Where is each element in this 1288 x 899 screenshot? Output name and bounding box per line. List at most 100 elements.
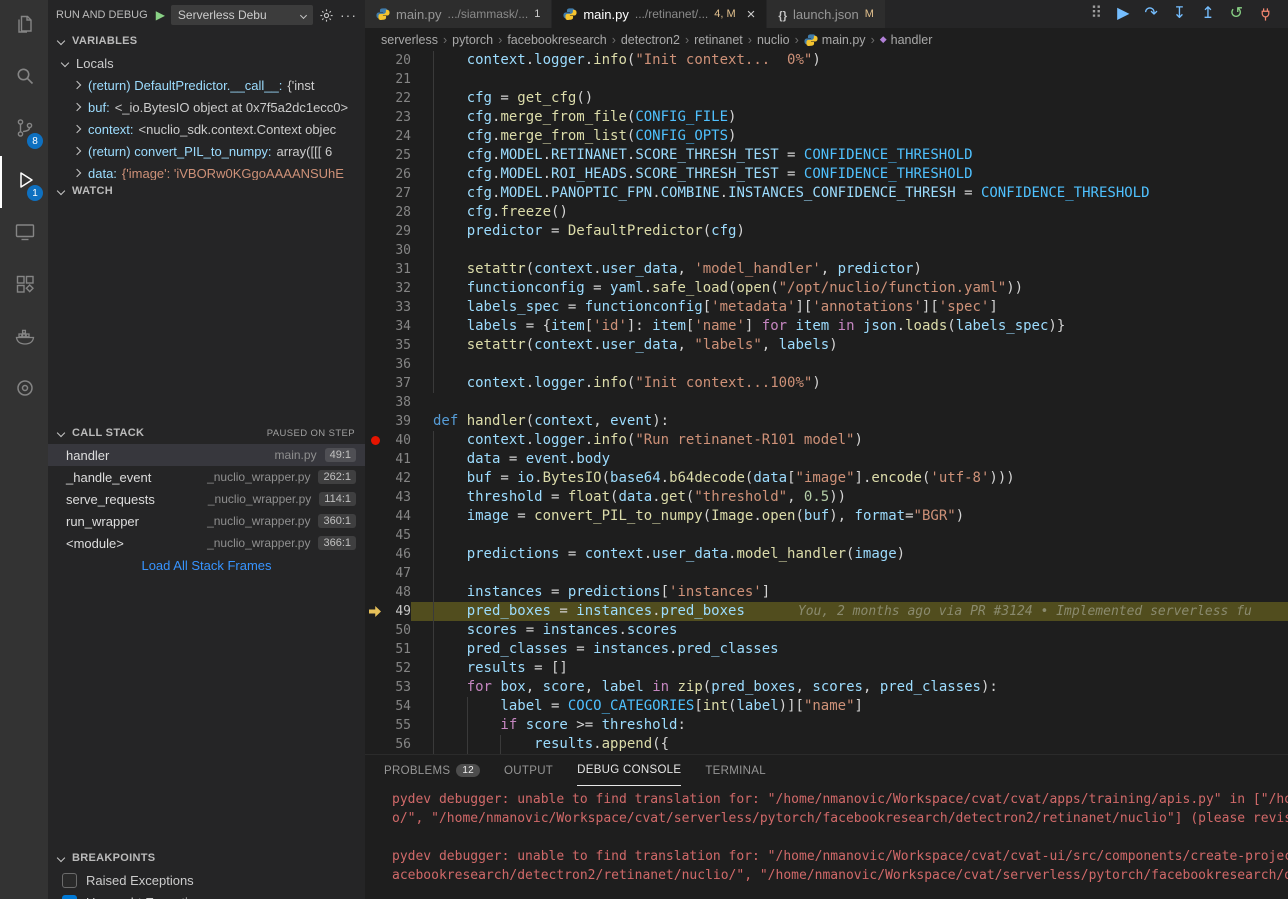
line-number[interactable]: 21 — [385, 70, 411, 89]
code-line[interactable]: 25cfg.MODEL.RETINANET.SCORE_THRESH_TEST … — [365, 146, 1288, 165]
breakpoint-row[interactable]: Raised Exceptions — [48, 869, 365, 891]
debug-config-dropdown[interactable]: Serverless Debu — [171, 5, 313, 25]
line-number[interactable]: 34 — [385, 317, 411, 336]
continue-button[interactable]: ▶ — [1117, 6, 1129, 22]
line-number[interactable]: 22 — [385, 89, 411, 108]
debug-console-output[interactable]: pydev debugger: unable to find translati… — [365, 786, 1288, 899]
code-line[interactable]: 40context.logger.info("Run retinanet-R10… — [365, 431, 1288, 450]
line-number[interactable]: 56 — [385, 735, 411, 754]
line-number[interactable]: 36 — [385, 355, 411, 374]
code-line[interactable]: 49pred_boxes = instances.pred_boxesYou, … — [365, 602, 1288, 621]
breadcrumb-item-facebookresearch[interactable]: facebookresearch — [507, 33, 606, 47]
code-line[interactable]: 22cfg = get_cfg() — [365, 89, 1288, 108]
gutter-glyph-margin[interactable] — [365, 583, 385, 602]
line-number[interactable]: 48 — [385, 583, 411, 602]
code-line[interactable]: 34labels = {item['id']: item['name'] for… — [365, 317, 1288, 336]
call-stack-section-header[interactable]: CALL STACK PAUSED ON STEP — [48, 422, 365, 444]
line-number[interactable]: 35 — [385, 336, 411, 355]
activity-bar-item-circle-extension[interactable] — [0, 364, 48, 416]
locals-scope[interactable]: Locals — [48, 52, 365, 74]
line-number[interactable]: 40 — [385, 431, 411, 450]
line-number[interactable]: 42 — [385, 469, 411, 488]
line-number[interactable]: 44 — [385, 507, 411, 526]
gutter-glyph-margin[interactable] — [365, 70, 385, 89]
variable-row[interactable]: (return) convert_PIL_to_numpy:array([[[ … — [48, 140, 365, 162]
activity-bar-item-extensions[interactable] — [0, 260, 48, 312]
gutter-glyph-margin[interactable] — [365, 412, 385, 431]
code-line[interactable]: 36 — [365, 355, 1288, 374]
code-line[interactable]: 42buf = io.BytesIO(base64.b64decode(data… — [365, 469, 1288, 488]
code-line[interactable]: 29predictor = DefaultPredictor(cfg) — [365, 222, 1288, 241]
gutter-glyph-margin[interactable] — [365, 621, 385, 640]
breakpoint-icon[interactable] — [371, 436, 380, 445]
gutter-glyph-margin[interactable] — [365, 374, 385, 393]
line-number[interactable]: 27 — [385, 184, 411, 203]
gutter-glyph-margin[interactable] — [365, 735, 385, 754]
gutter-glyph-margin[interactable] — [365, 431, 385, 450]
editor-tab-0[interactable]: main.py.../siammask/...1 — [365, 0, 552, 28]
activity-bar-item-docker[interactable] — [0, 312, 48, 364]
line-number[interactable]: 32 — [385, 279, 411, 298]
checkbox[interactable]: ✓ — [62, 895, 77, 899]
gutter-glyph-margin[interactable] — [365, 469, 385, 488]
line-number[interactable]: 54 — [385, 697, 411, 716]
activity-bar-item-remote-explorer[interactable] — [0, 208, 48, 260]
code-line[interactable]: 20context.logger.info("Init context... 0… — [365, 51, 1288, 70]
gutter-glyph-margin[interactable] — [365, 317, 385, 336]
code-line[interactable]: 39def handler(context, event): — [365, 412, 1288, 431]
gutter-glyph-margin[interactable] — [365, 241, 385, 260]
line-number[interactable]: 50 — [385, 621, 411, 640]
activity-bar-item-source-control[interactable]: 8 — [0, 104, 48, 156]
code-line[interactable]: 28cfg.freeze() — [365, 203, 1288, 222]
gutter-glyph-margin[interactable] — [365, 165, 385, 184]
line-number[interactable]: 30 — [385, 241, 411, 260]
gutter-glyph-margin[interactable] — [365, 507, 385, 526]
gutter-glyph-margin[interactable] — [365, 260, 385, 279]
breadcrumb-item-pytorch[interactable]: pytorch — [452, 33, 493, 47]
code-line[interactable]: 44image = convert_PIL_to_numpy(Image.ope… — [365, 507, 1288, 526]
gutter-glyph-margin[interactable] — [365, 450, 385, 469]
breadcrumb-item-nuclio[interactable]: nuclio — [757, 33, 790, 47]
code-line[interactable]: 43threshold = float(data.get("threshold"… — [365, 488, 1288, 507]
start-debugging-button[interactable]: ▶ — [156, 8, 165, 22]
line-number[interactable]: 47 — [385, 564, 411, 583]
line-number[interactable]: 33 — [385, 298, 411, 317]
breadcrumb-item-detectron2[interactable]: detectron2 — [621, 33, 680, 47]
code-line[interactable]: 48instances = predictions['instances'] — [365, 583, 1288, 602]
editor-tab-1[interactable]: main.py.../retinanet/...4, M× — [552, 0, 767, 28]
panel-tab-output[interactable]: OUTPUT — [504, 755, 553, 786]
panel-tab-problems[interactable]: PROBLEMS12 — [384, 755, 480, 786]
line-number[interactable]: 38 — [385, 393, 411, 412]
code-line[interactable]: 26cfg.MODEL.ROI_HEADS.SCORE_THRESH_TEST … — [365, 165, 1288, 184]
breadcrumb-item-handler[interactable]: ◆handler — [880, 33, 933, 47]
line-number[interactable]: 53 — [385, 678, 411, 697]
step-into-button[interactable]: ↧ — [1173, 6, 1186, 22]
code-line[interactable]: 46predictions = context.user_data.model_… — [365, 545, 1288, 564]
line-number[interactable]: 39 — [385, 412, 411, 431]
breakpoints-section-header[interactable]: BREAKPOINTS — [48, 847, 365, 869]
breadcrumb-item-main-py[interactable]: main.py — [804, 33, 866, 47]
activity-bar-item-run-and-debug[interactable]: 1 — [0, 156, 48, 208]
gutter-glyph-margin[interactable] — [365, 602, 385, 621]
gutter-glyph-margin[interactable] — [365, 336, 385, 355]
variables-section-header[interactable]: VARIABLES — [48, 30, 365, 52]
breadcrumb-item-serverless[interactable]: serverless — [381, 33, 438, 47]
gutter-glyph-margin[interactable] — [365, 545, 385, 564]
line-number[interactable]: 55 — [385, 716, 411, 735]
code-line[interactable]: 50scores = instances.scores — [365, 621, 1288, 640]
line-number[interactable]: 51 — [385, 640, 411, 659]
panel-tab-terminal[interactable]: TERMINAL — [705, 755, 766, 786]
gutter-glyph-margin[interactable] — [365, 146, 385, 165]
watch-section-header[interactable]: WATCH — [48, 180, 365, 202]
gutter-glyph-margin[interactable] — [365, 355, 385, 374]
call-stack-frame[interactable]: _handle_event_nuclio_wrapper.py262:1 — [48, 466, 365, 488]
gutter-glyph-margin[interactable] — [365, 222, 385, 241]
breakpoint-row[interactable]: ✓Uncaught Exceptions — [48, 891, 365, 899]
code-line[interactable]: 52results = [] — [365, 659, 1288, 678]
variable-row[interactable]: buf:<_io.BytesIO object at 0x7f5a2dc1ecc… — [48, 96, 365, 118]
code-editor[interactable]: 20context.logger.info("Init context... 0… — [365, 51, 1288, 754]
call-stack-frame[interactable]: run_wrapper_nuclio_wrapper.py360:1 — [48, 510, 365, 532]
line-number[interactable]: 24 — [385, 127, 411, 146]
gutter-glyph-margin[interactable] — [365, 659, 385, 678]
gutter-glyph-margin[interactable] — [365, 89, 385, 108]
